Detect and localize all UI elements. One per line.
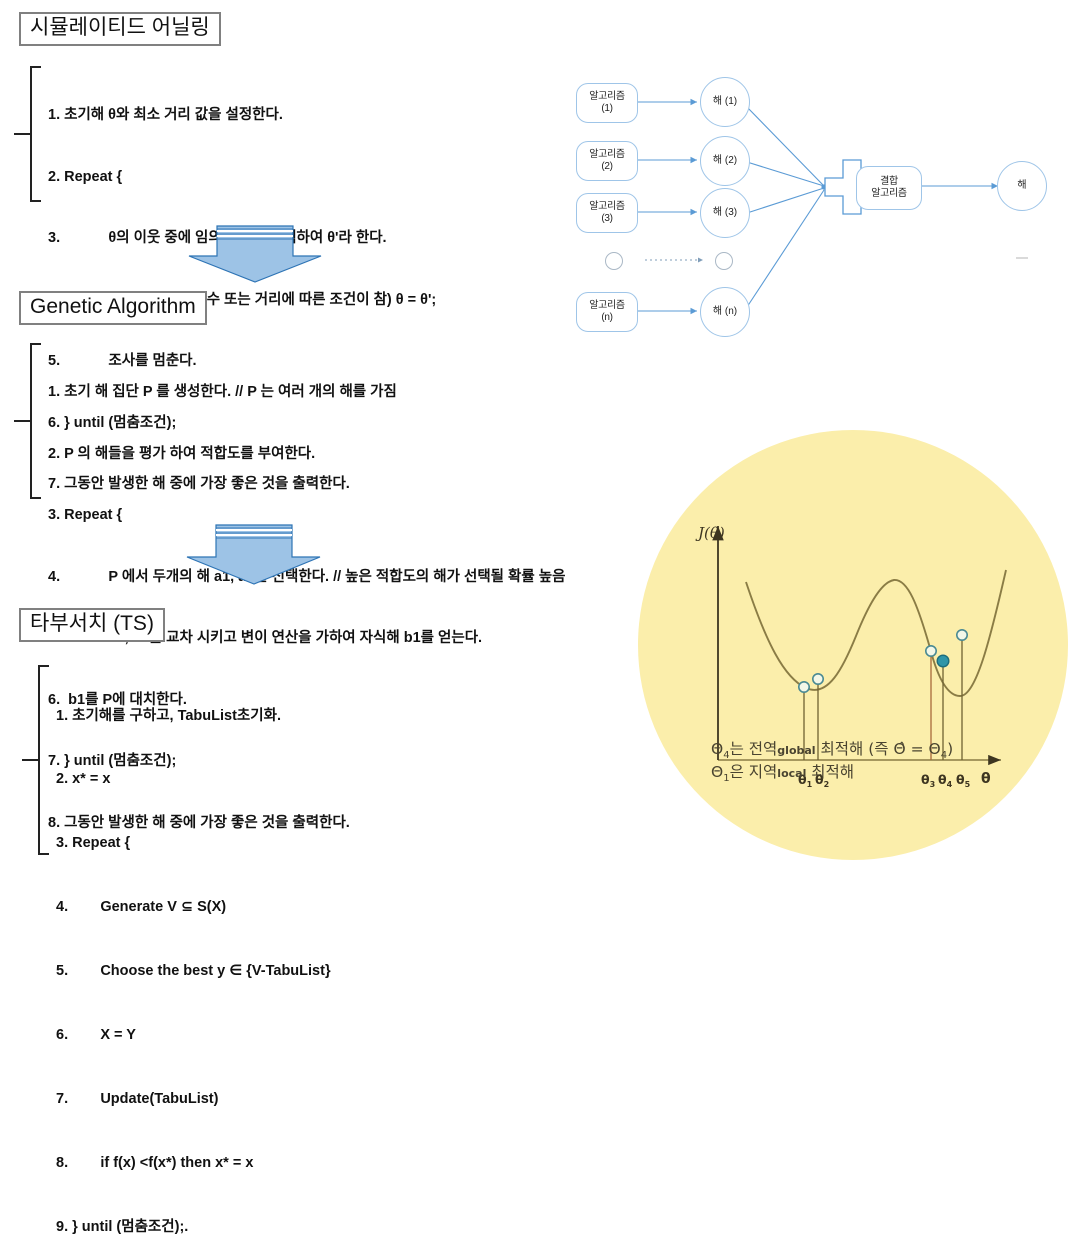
code-brace-genetic-algorithm [14,343,44,499]
marker-theta1 [798,681,811,694]
marker-theta4 [936,654,950,668]
combination-algorithm-diagram: 알고리즘 (1) 알고리즘 (2) 알고리즘 (3) 알고리즘 (n) 해 (1… [560,55,1075,355]
marker-theta2 [812,673,825,686]
code-line: 2. Repeat { [48,168,123,185]
code-line: 3. Repeat { [56,835,131,852]
combine-algorithm-node[interactable]: 결합 알고리즘 [856,166,922,210]
caption1-post: 최적해 (즉 Θ̂ = Θ [815,740,941,758]
algorithm-node-1-line2: (1) [601,103,613,114]
down-arrow-sa-to-ga [185,222,325,284]
caption1-text: 는 전역 [729,740,778,758]
solution-node-n[interactable]: 해 (n) [700,287,750,337]
code-brace-simulated-annealing [14,66,44,202]
code-line: 9. } until (멈춤조건);. [56,1218,189,1235]
code-line: 1. 초기해 θ와 최소 거리 값을 설정한다. [48,107,283,123]
solution-node-2[interactable]: 해 (2) [700,136,750,186]
figure-caption-line-2: Θ1은 지역local 최적해 [711,761,854,790]
code-brace-tabu-search [22,665,52,855]
algorithm-node-2-line2: (2) [601,161,613,172]
code-line: 5. Choose the best y ∈ {V-TabuList} [56,963,331,980]
caption1-sup: global [777,744,816,757]
caption2-sup: local [777,767,807,780]
section-title-simulated-annealing: 시뮬레이티드 어닐링 [19,12,221,47]
tick-label-theta3: θ3 [921,772,935,789]
caption1-end: ) [947,740,954,758]
code-line: 1. 초기해를 구하고, TabuList초기화. [56,707,281,724]
code-line: 6. X = Y [56,1027,136,1044]
x-axis-label: θ [981,771,991,787]
solution-node-3[interactable]: 해 (3) [700,188,750,238]
code-line: 4. Generate V ⊆ S(X) [56,899,227,916]
tick-label-theta5: θ5 [956,772,971,789]
algorithm-node-3[interactable]: 알고리즘 (3) [576,193,638,233]
algorithm-node-3-line1: 알고리즘 [589,201,625,212]
combine-algorithm-line2: 알고리즘 [871,188,907,199]
code-line: 2. x* = x [56,771,111,788]
code-line: 7. Update(TabuList) [56,1090,219,1107]
solution-node-1[interactable]: 해 (1) [700,77,750,127]
algorithm-node-1[interactable]: 알고리즘 (1) [576,83,638,123]
code-line: 8. if f(x) <f(x*) then x* = x [56,1154,254,1171]
caption2-post: 최적해 [806,763,855,781]
combine-algorithm-line1: 결합 [880,176,898,187]
marker-theta5 [955,629,968,642]
ellipsis-dot-left [605,252,623,270]
code-line: 2. P 의 해들을 평가 하여 적합도를 부여한다. [48,445,316,462]
objective-function-plot: J(θ) θ θ1 θ2 θ3 θ4 θ5 [695,524,1007,789]
caption2-text: 은 지역 [729,763,778,781]
code-line: 1. 초기 해 집단 P 를 생성한다. // P 는 여러 개의 해를 가짐 [48,384,397,400]
pseudocode-tabu-search: 1. 초기해를 구하고, TabuList초기화. 2. x* = x 3. R… [56,663,331,1259]
algorithm-node-3-line2: (3) [601,213,613,224]
final-solution-node[interactable]: 해 [997,161,1047,211]
section-title-tabu-search: 타부서치 (TS) [19,608,165,643]
down-arrow-ga-to-ts [182,521,324,587]
caption1-theta: Θ [711,740,724,758]
caption2-theta: Θ [711,763,724,781]
marker-theta3 [924,645,937,658]
algorithm-node-2-line1: 알고리즘 [589,149,625,160]
algorithm-node-2[interactable]: 알고리즘 (2) [576,141,638,181]
y-axis-label: J(θ) [695,524,725,542]
ellipsis-dot-right [715,252,733,270]
algorithm-node-1-line1: 알고리즘 [589,91,625,102]
tick-label-theta4: θ4 [938,772,953,789]
section-title-genetic-algorithm: Genetic Algorithm [19,291,207,326]
algorithm-node-n[interactable]: 알고리즘 (n) [576,292,638,332]
algorithm-node-n-line2: (n) [601,312,613,323]
algorithm-node-n-line1: 알고리즘 [589,300,625,311]
